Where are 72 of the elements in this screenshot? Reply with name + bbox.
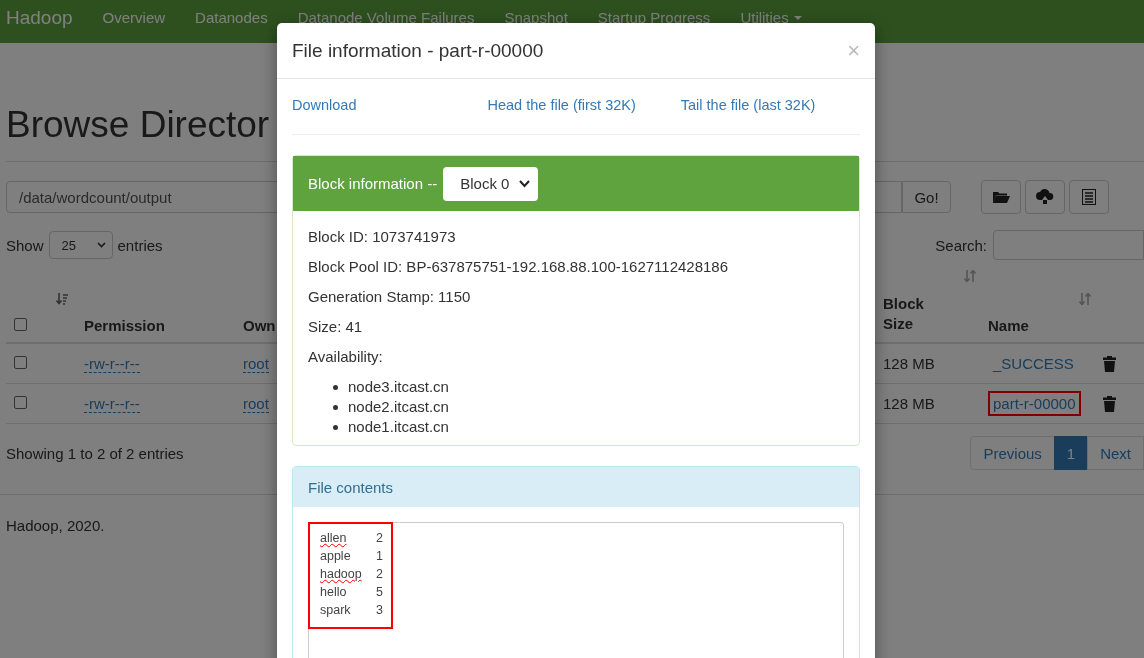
panel-title: File contents — [308, 478, 394, 496]
list-icon — [1082, 189, 1096, 205]
content-word: apple — [320, 548, 352, 565]
column-header[interactable]: Permission — [84, 317, 165, 334]
content-count: 2 — [376, 566, 383, 583]
entries-label: entries — [117, 236, 163, 254]
owner-link[interactable]: root — [243, 355, 269, 373]
search-label: Search: — [935, 236, 987, 254]
trash-icon[interactable] — [1103, 355, 1116, 372]
file-action-link[interactable]: Download — [292, 97, 357, 113]
column-header[interactable]: Own — [243, 317, 276, 334]
modal-title: File information - part-r-00000 — [292, 39, 544, 62]
column-header[interactable]: Name — [988, 317, 1029, 334]
sort-icon[interactable] — [964, 270, 976, 282]
bullet-icon — [333, 424, 338, 430]
owner-link[interactable]: root — [243, 395, 269, 413]
nav-link[interactable]: Datanodes — [195, 7, 268, 28]
content-word: allen — [320, 530, 348, 547]
file-link[interactable]: _SUCCESS — [988, 351, 1079, 376]
content-count: 5 — [376, 584, 383, 601]
file-action-link[interactable]: Tail the file (last 32K) — [680, 97, 816, 113]
list-button[interactable] — [1069, 180, 1109, 214]
folder-button[interactable] — [981, 180, 1021, 214]
entries-summary: Showing 1 to 2 of 2 entries — [6, 444, 184, 462]
block-field: Availability: — [308, 347, 844, 366]
content-count: 2 — [376, 530, 383, 547]
sort-icon[interactable] — [1079, 293, 1091, 305]
bullet-icon — [333, 404, 338, 410]
block-field: Size: 41 — [308, 317, 844, 336]
nav-link[interactable]: Overview — [102, 7, 166, 28]
pagination-button[interactable]: Previous — [970, 436, 1055, 470]
block-field: Block ID: 1073741973 — [308, 227, 844, 246]
node-name: node1.itcast.cn — [348, 417, 449, 437]
go-button[interactable]: Go! — [902, 181, 951, 213]
page-size-select[interactable]: 25 — [48, 231, 113, 259]
content-count: 1 — [376, 548, 383, 565]
sort-icon[interactable] — [56, 293, 68, 305]
file-action-link[interactable]: Head the file (first 32K) — [487, 97, 636, 113]
chevron-icon — [96, 242, 106, 248]
show-label: Show — [6, 236, 44, 254]
permission-link[interactable]: -rw-r--r-- — [84, 355, 140, 373]
contents-textarea[interactable]: allen 2 apple 1 hadoop 2 hello 5 spark 3 — [308, 522, 844, 658]
row-checkbox[interactable] — [14, 396, 27, 409]
close-button[interactable]: × — [847, 37, 860, 64]
content-word: hadoop — [320, 566, 363, 583]
page-title: Browse Director — [6, 103, 270, 147]
upload-icon — [1036, 189, 1054, 205]
node-name: node2.itcast.cn — [348, 397, 449, 417]
content-word: hello — [320, 584, 348, 601]
permission-link[interactable]: -rw-r--r-- — [84, 395, 140, 413]
content-word: spark — [320, 602, 352, 619]
upload-button[interactable] — [1025, 180, 1065, 214]
chevron-icon — [519, 179, 531, 188]
column-header[interactable]: Block Size — [883, 294, 933, 334]
block-field: Block Pool ID: BP-637875751-192.168.88.100-1627112428186 — [308, 257, 844, 276]
bullet-icon — [333, 384, 338, 390]
node-name: node3.itcast.cn — [348, 377, 449, 397]
search-field[interactable] — [993, 230, 1144, 260]
panel-title: Block information -- — [308, 175, 438, 192]
folder-icon — [992, 190, 1010, 204]
table-cell-text: 128 MB — [883, 355, 936, 372]
select-all-checkbox[interactable] — [14, 318, 27, 331]
content-count: 3 — [376, 602, 383, 619]
pagination-button[interactable]: Next — [1087, 436, 1144, 470]
trash-icon[interactable] — [1103, 395, 1116, 412]
brand-link[interactable]: Hadoop — [6, 7, 73, 29]
row-checkbox[interactable] — [14, 356, 27, 369]
footer-text: Hadoop, 2020. — [6, 517, 106, 534]
table-cell-text: 128 MB — [883, 395, 936, 412]
file-link[interactable]: part-r-00000 — [988, 391, 1081, 416]
block-select[interactable]: Block 0 — [443, 166, 539, 201]
block-field: Generation Stamp: 1150 — [308, 287, 844, 306]
